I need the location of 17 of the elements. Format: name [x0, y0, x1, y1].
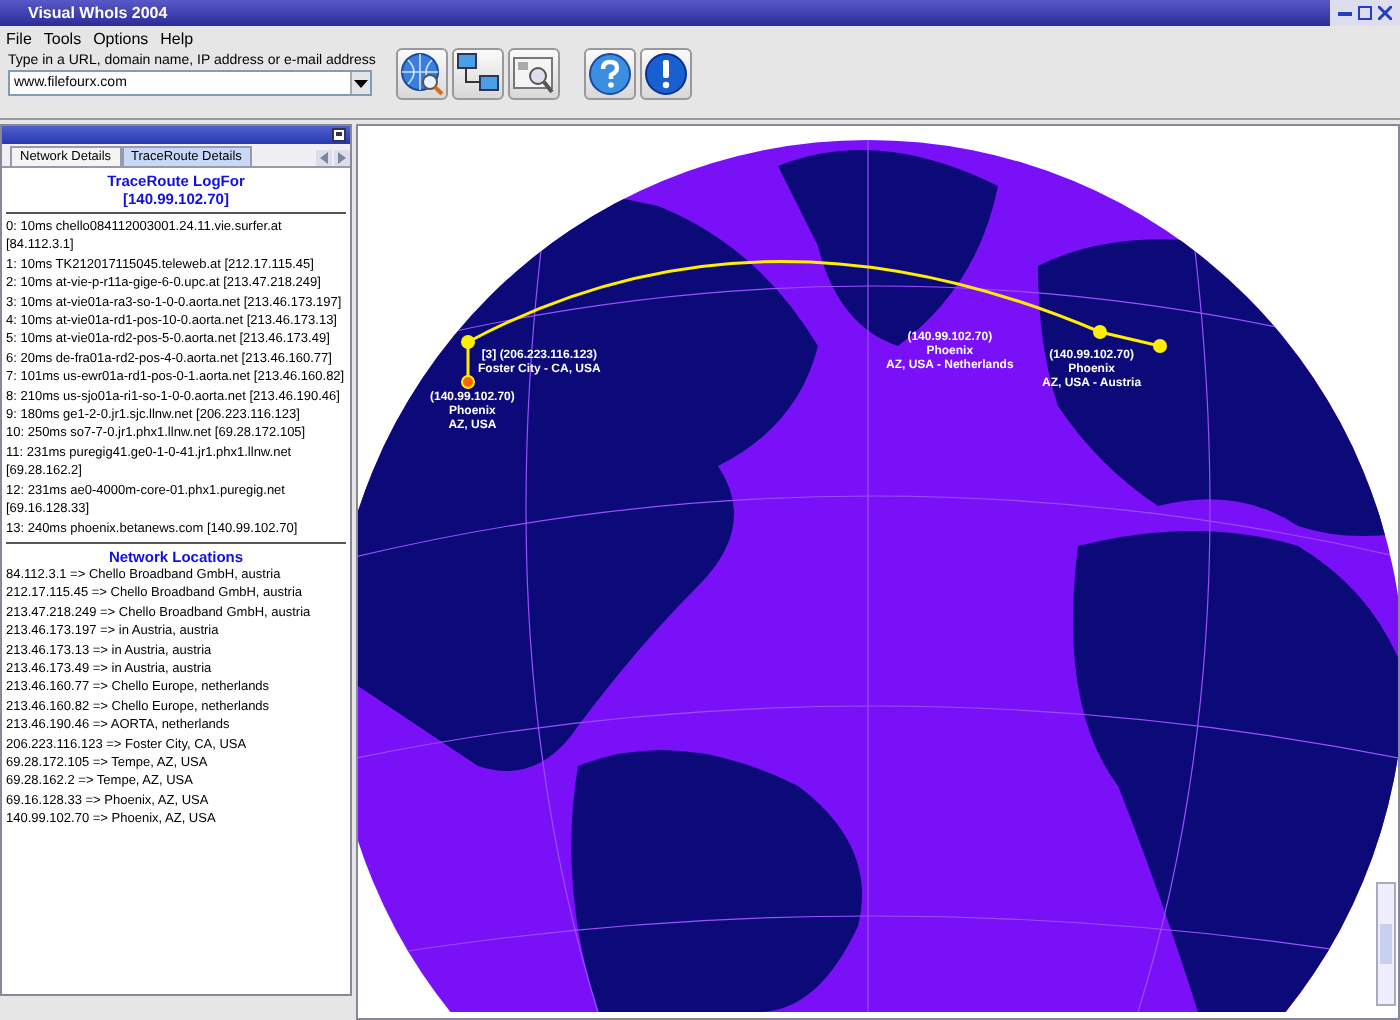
menu-item[interactable]: Tools — [43, 30, 82, 50]
menu-item[interactable]: Options — [93, 30, 149, 50]
scroll-right-button[interactable] — [334, 150, 350, 166]
menu-item[interactable]: Help — [160, 30, 194, 50]
info-button[interactable] — [640, 48, 692, 100]
close-button[interactable] — [1378, 6, 1392, 20]
pin-icon[interactable] — [332, 128, 346, 142]
menu-item[interactable]: File — [6, 30, 32, 50]
globe-search-button[interactable] — [396, 48, 448, 100]
window-title: Visual WhoIs 2004 — [28, 4, 168, 22]
minimize-button[interactable] — [1338, 6, 1352, 20]
document-search-button[interactable] — [508, 48, 560, 100]
scrollbar[interactable] — [1376, 882, 1396, 1006]
help-button[interactable] — [584, 48, 636, 100]
maximize-button[interactable] — [1358, 6, 1372, 20]
scroll-left-button[interactable] — [316, 150, 332, 166]
network-computers-button[interactable] — [452, 48, 504, 100]
